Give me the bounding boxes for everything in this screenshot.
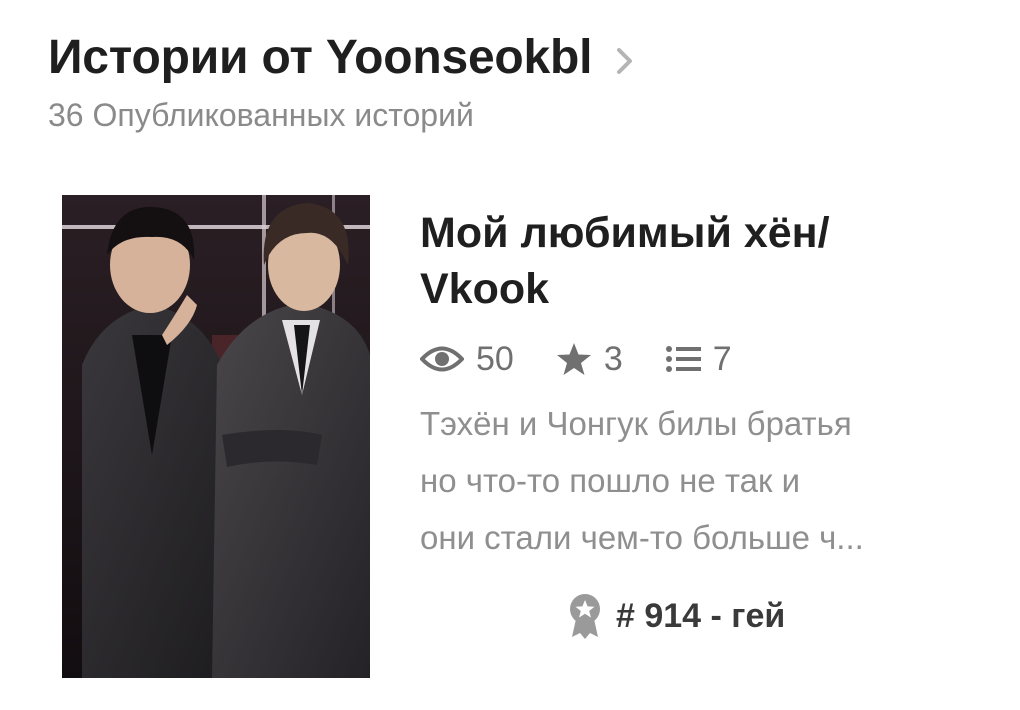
list-icon (665, 346, 701, 372)
story-card[interactable]: Мой любимый хён/ Vkook 50 3 7 Тэхён и Чо… (62, 195, 962, 680)
story-title-line1: Мой любимый хён/ (420, 209, 830, 257)
chevron-right-icon (617, 47, 633, 74)
rank-text: # 914 - гей (616, 596, 786, 635)
story-stats: 50 3 7 (420, 339, 980, 379)
ranking-badge-icon (570, 594, 600, 639)
story-title[interactable]: Мой любимый хён/ Vkook (420, 205, 940, 317)
star-icon (556, 343, 591, 375)
views-count: 50 (476, 339, 514, 378)
author-stories-header: Истории от Yoonseokbl 36 Опубликованных … (48, 30, 980, 134)
author-stories-link[interactable]: Истории от Yoonseokbl (48, 30, 980, 85)
story-cover[interactable] (62, 195, 370, 678)
description-line-1: Тэхён и Чонгук билы братья (420, 405, 852, 442)
story-info: Мой любимый хён/ Vkook 50 3 7 Тэхён и Чо… (420, 205, 980, 639)
parts-count: 7 (712, 339, 732, 378)
parts-stat: 7 (665, 340, 732, 379)
section-title: Истории от Yoonseokbl (48, 31, 593, 84)
votes-count: 3 (603, 339, 623, 378)
eye-icon (420, 346, 464, 372)
story-rank[interactable]: # 914 - гей (568, 593, 785, 639)
votes-stat: 3 (556, 340, 623, 379)
views-stat: 50 (420, 340, 514, 379)
story-description: Тэхён и Чонгук билы братья но что-то пош… (420, 395, 960, 566)
story-title-line2: Vkook (420, 265, 550, 313)
description-line-2: но что-то пошло не так и (420, 462, 801, 499)
description-line-3: они стали чем-то больше ч... (420, 519, 864, 556)
published-count: 36 Опубликованных историй (48, 97, 474, 133)
cover-image (62, 195, 370, 678)
